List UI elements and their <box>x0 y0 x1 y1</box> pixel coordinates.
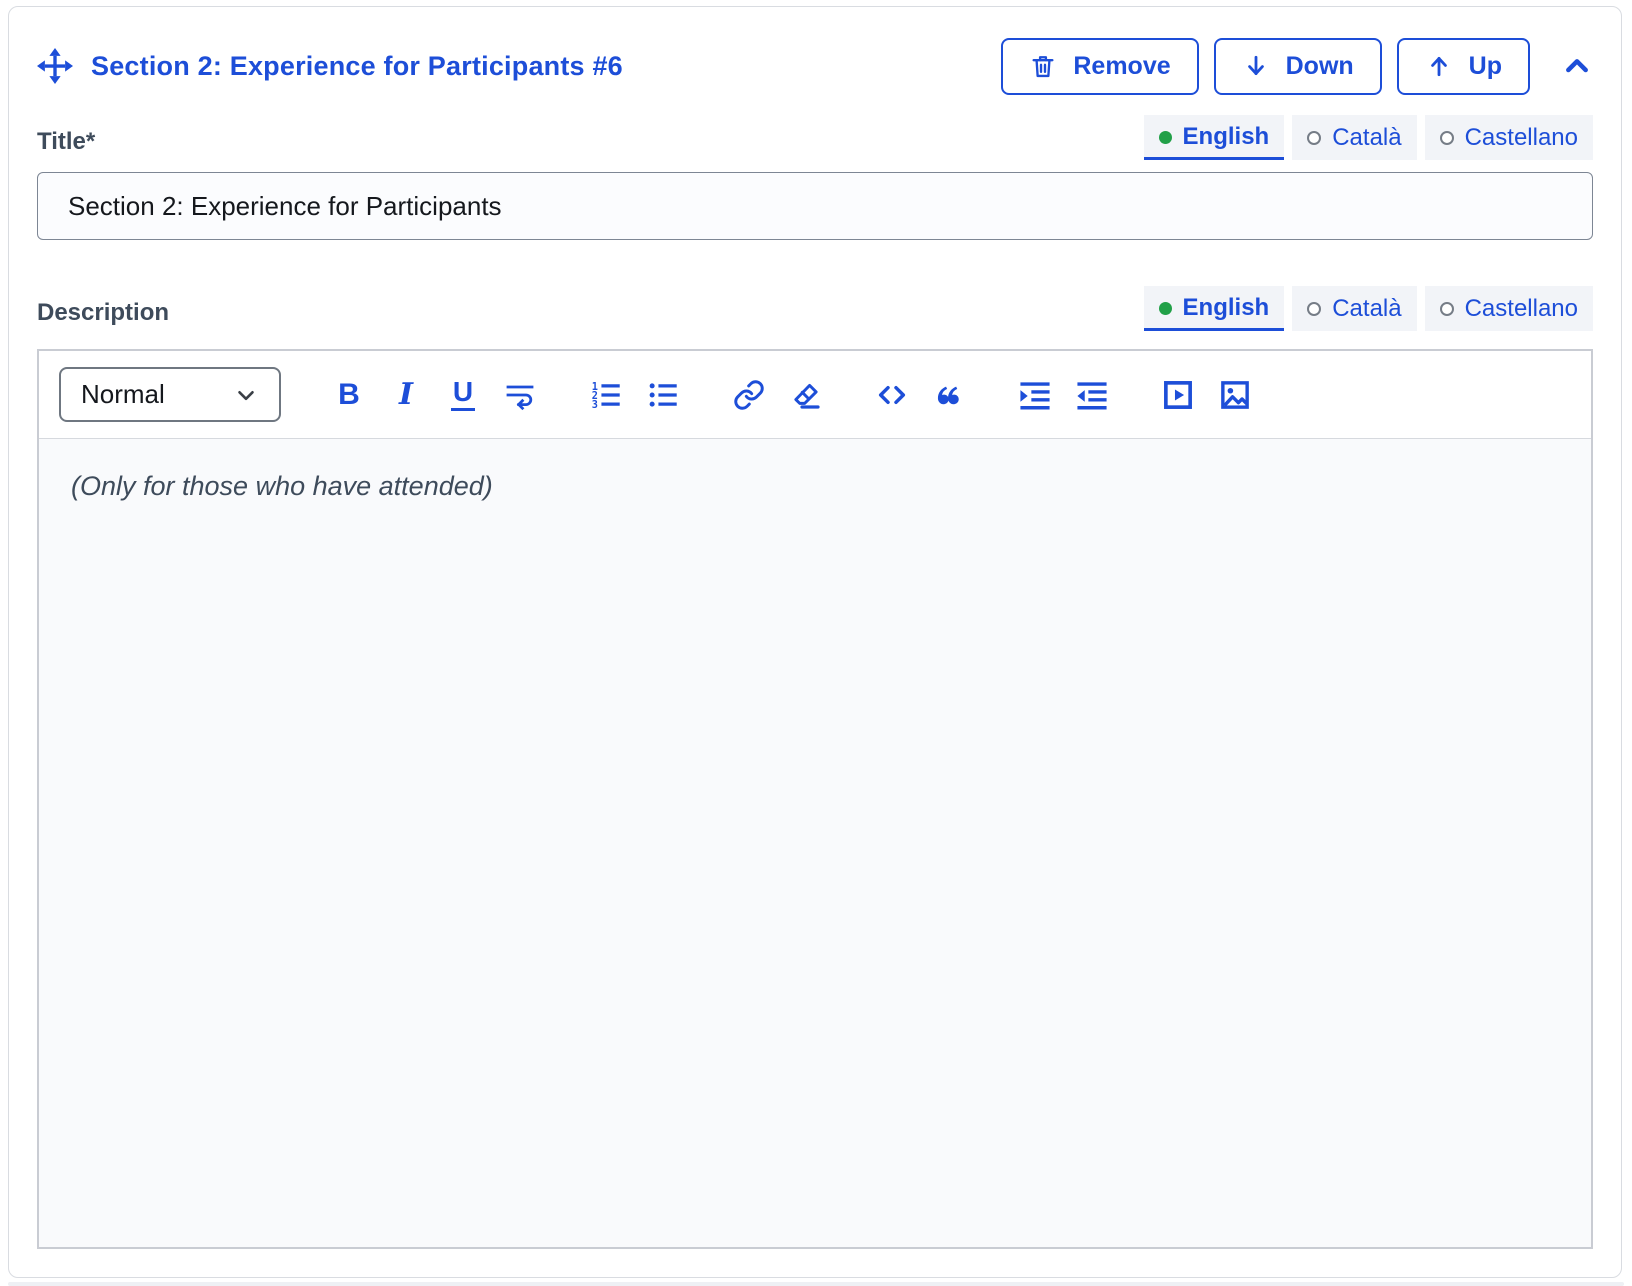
description-field-row: Description English Català Castellano <box>37 286 1593 331</box>
description-lang-tab-english[interactable]: English <box>1144 286 1285 331</box>
indent-button[interactable] <box>1017 377 1053 413</box>
bullet-list-button[interactable] <box>645 377 681 413</box>
lang-tab-label: Català <box>1332 124 1401 152</box>
description-language-tabs: English Català Castellano <box>1144 286 1593 331</box>
italic-icon: I <box>399 380 413 410</box>
italic-button[interactable]: I <box>388 377 424 413</box>
lang-tab-label: Castellano <box>1465 295 1578 323</box>
clear-format-button[interactable] <box>788 377 824 413</box>
image-icon <box>1218 378 1252 412</box>
bullet-list-icon <box>647 379 679 411</box>
chevron-up-icon <box>1561 50 1593 82</box>
up-button-label: Up <box>1469 52 1502 81</box>
format-select[interactable]: Normal <box>59 367 281 422</box>
rich-text-editor: Normal B I U <box>37 349 1593 1249</box>
text-wrap-button[interactable] <box>502 377 538 413</box>
indent-icon <box>1018 378 1052 412</box>
code-button[interactable] <box>874 377 910 413</box>
format-select-value: Normal <box>81 379 165 410</box>
title-input[interactable] <box>37 172 1593 240</box>
image-button[interactable] <box>1217 377 1253 413</box>
lang-tab-label: Català <box>1332 295 1401 323</box>
remove-button[interactable]: Remove <box>1001 38 1198 95</box>
filled-dot-icon <box>1159 302 1172 315</box>
section-header-actions: Remove Down Up <box>1001 38 1593 95</box>
text-wrap-icon <box>504 379 536 411</box>
video-icon <box>1161 378 1195 412</box>
section-title-heading: Section 2: Experience for Participants #… <box>91 51 623 82</box>
lang-tab-label: English <box>1183 294 1270 322</box>
blockquote-icon <box>933 379 965 411</box>
title-label: Title* <box>37 128 95 160</box>
description-label: Description <box>37 299 169 331</box>
move-down-button[interactable]: Down <box>1214 38 1382 95</box>
video-button[interactable] <box>1160 377 1196 413</box>
empty-circle-icon <box>1440 302 1454 316</box>
arrow-down-icon <box>1242 52 1270 80</box>
section-header: Section 2: Experience for Participants #… <box>37 33 1593 99</box>
link-icon <box>733 379 765 411</box>
outdent-button[interactable] <box>1074 377 1110 413</box>
down-button-label: Down <box>1286 52 1354 81</box>
empty-circle-icon <box>1307 302 1321 316</box>
bold-icon: B <box>338 380 360 410</box>
title-language-tabs: English Català Castellano <box>1144 115 1593 160</box>
ordered-list-icon: 1 2 3 <box>590 379 622 411</box>
section-card: Section 2: Experience for Participants #… <box>8 6 1622 1278</box>
eraser-icon <box>790 379 822 411</box>
move-up-button[interactable]: Up <box>1397 38 1530 95</box>
outdent-icon <box>1075 378 1109 412</box>
trash-icon <box>1029 52 1057 80</box>
collapse-section-control[interactable] <box>1561 50 1593 82</box>
title-lang-tab-castellano[interactable]: Castellano <box>1425 115 1593 160</box>
title-lang-tab-catala[interactable]: Català <box>1292 115 1416 160</box>
chevron-down-icon <box>233 382 259 408</box>
blockquote-button[interactable] <box>931 377 967 413</box>
underline-button[interactable]: U <box>445 377 481 413</box>
title-lang-tab-english[interactable]: English <box>1144 115 1285 160</box>
lang-tab-label: Castellano <box>1465 124 1578 152</box>
description-lang-tab-castellano[interactable]: Castellano <box>1425 286 1593 331</box>
ordered-list-button[interactable]: 1 2 3 <box>588 377 624 413</box>
lang-tab-label: English <box>1183 123 1270 151</box>
section-header-left: Section 2: Experience for Participants #… <box>37 48 623 84</box>
editor-content-text: (Only for those who have attended) <box>71 471 493 501</box>
title-field-row: Title* English Català Castellano <box>37 115 1593 160</box>
move-handle-icon[interactable] <box>37 48 73 84</box>
editor-toolbar: Normal B I U <box>39 351 1591 438</box>
filled-dot-icon <box>1159 131 1172 144</box>
empty-circle-icon <box>1440 131 1454 145</box>
bold-button[interactable]: B <box>331 377 367 413</box>
svg-text:3: 3 <box>592 399 598 411</box>
next-section-edge <box>8 1282 1624 1286</box>
description-lang-tab-catala[interactable]: Català <box>1292 286 1416 331</box>
link-button[interactable] <box>731 377 767 413</box>
arrow-up-icon <box>1425 52 1453 80</box>
empty-circle-icon <box>1307 131 1321 145</box>
code-icon <box>876 379 908 411</box>
remove-button-label: Remove <box>1073 52 1170 81</box>
editor-content-area[interactable]: (Only for those who have attended) <box>39 438 1591 1247</box>
underline-icon: U <box>451 378 475 411</box>
